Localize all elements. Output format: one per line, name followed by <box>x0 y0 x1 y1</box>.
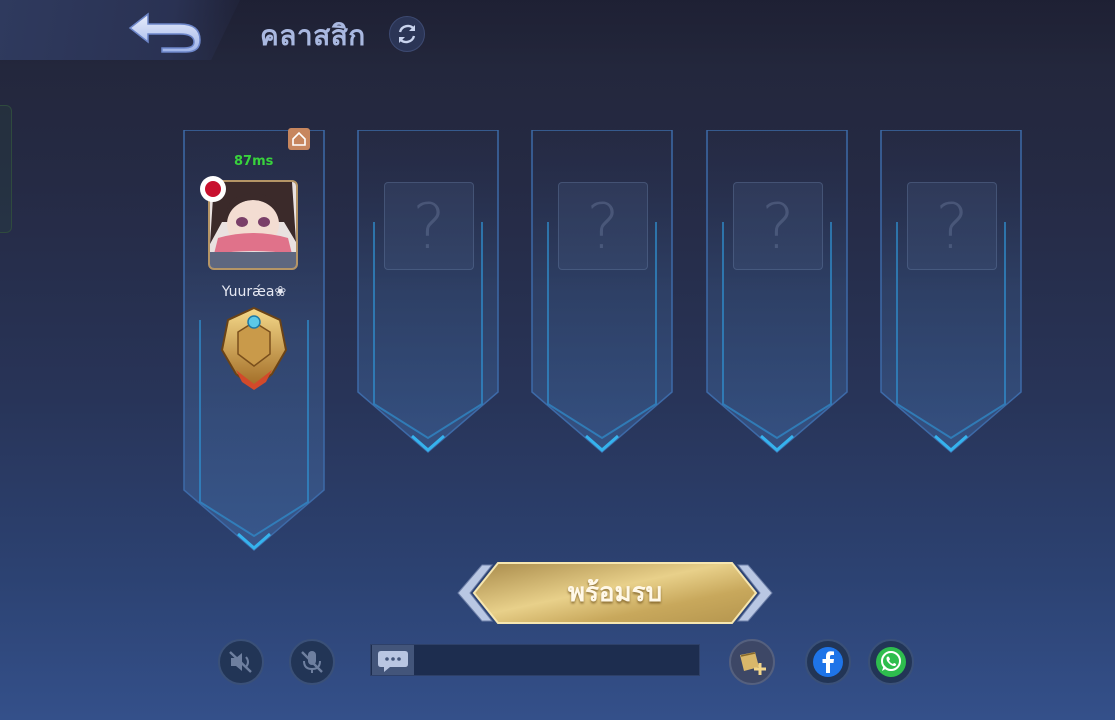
invite-plus-icon <box>740 652 766 675</box>
whatsapp-icon <box>876 647 906 677</box>
speaker-toggle-button[interactable] <box>218 639 264 685</box>
mic-toggle-button[interactable] <box>289 639 335 685</box>
ready-button[interactable]: พร้อมรบ <box>456 561 774 625</box>
mic-muted-icon <box>301 651 323 673</box>
country-flag-badge <box>200 176 226 202</box>
facebook-share-button[interactable] <box>805 639 851 685</box>
empty-slot-placeholder: ? <box>733 182 823 270</box>
invite-friend-button[interactable] <box>729 639 775 685</box>
slot-banner <box>706 130 848 453</box>
player-name: Yuurǽa❀ <box>221 284 287 300</box>
page-title: คลาสสิก <box>260 19 366 52</box>
chat-button[interactable] <box>372 645 414 675</box>
empty-slot-placeholder: ? <box>907 182 997 270</box>
slot-banner <box>531 130 673 453</box>
japan-flag-icon <box>205 181 221 197</box>
chat-bubble-icon <box>378 651 408 672</box>
side-panel-tab[interactable] <box>0 105 12 233</box>
mythic-rank-emblem <box>216 304 292 392</box>
chat-input[interactable] <box>416 646 696 674</box>
slot-banner <box>880 130 1022 453</box>
ready-button-label: พร้อมรบ <box>567 578 663 608</box>
empty-slot-placeholder: ? <box>558 182 648 270</box>
facebook-icon <box>813 647 843 677</box>
back-arrow-icon <box>128 12 201 53</box>
speaker-muted-icon <box>229 651 252 673</box>
empty-slot-placeholder: ? <box>384 182 474 270</box>
whatsapp-share-button[interactable] <box>868 639 914 685</box>
refresh-icon <box>398 24 416 44</box>
home-icon <box>288 128 310 150</box>
refresh-button[interactable] <box>389 16 425 52</box>
ping-latency: 87ms <box>234 154 274 169</box>
slot-banner <box>357 130 499 453</box>
back-button[interactable] <box>118 6 214 56</box>
